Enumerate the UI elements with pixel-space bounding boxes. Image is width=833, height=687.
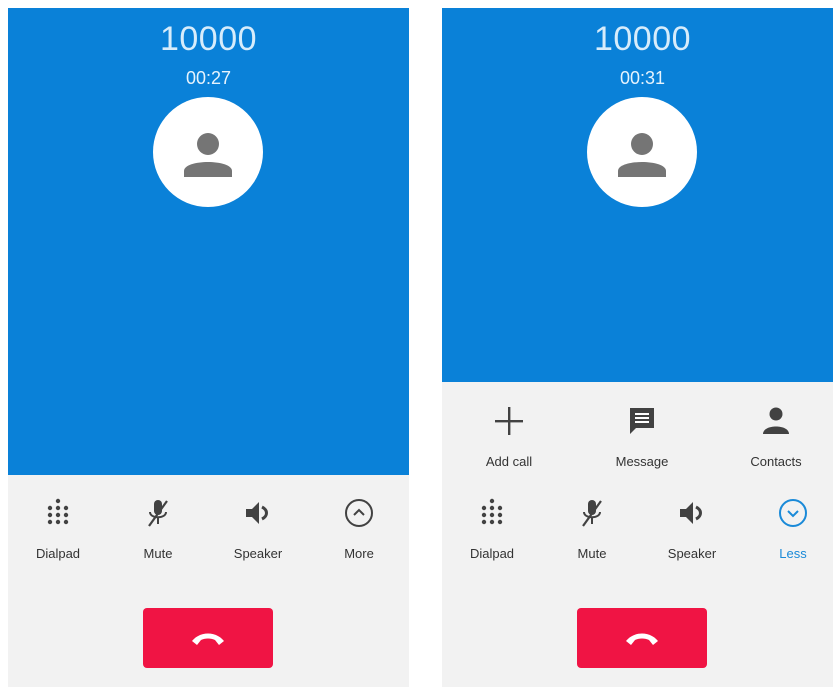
contact-avatar — [587, 97, 697, 207]
message-icon — [627, 406, 657, 436]
end-call-button[interactable] — [577, 608, 707, 668]
speaker-label: Speaker — [233, 546, 283, 561]
less-label: Less — [779, 546, 807, 561]
chevron-down-circle-icon — [778, 498, 808, 528]
call-screen-collapsed: 10000 00:27 Dialpad Mute Speaker More — [8, 8, 409, 687]
contacts-label: Contacts — [750, 454, 802, 469]
plus-icon — [494, 406, 524, 436]
person-icon — [618, 133, 666, 177]
less-button[interactable]: Less — [745, 498, 833, 568]
speaker-button[interactable]: Speaker — [210, 498, 306, 568]
more-button[interactable]: More — [311, 498, 407, 568]
dialpad-label: Dialpad — [469, 546, 515, 561]
message-label: Message — [615, 454, 669, 469]
message-button[interactable]: Message — [594, 406, 690, 476]
mic-off-icon — [577, 498, 607, 528]
contacts-button[interactable]: Contacts — [728, 406, 824, 476]
mute-label: Mute — [143, 546, 173, 561]
call-screen-expanded: 10000 00:31 Add call Message Contacts Di… — [442, 8, 833, 687]
more-label: More — [344, 546, 374, 561]
dialpad-icon — [43, 498, 73, 528]
dialpad-button[interactable]: Dialpad — [10, 498, 106, 568]
call-timer: 00:31 — [619, 68, 666, 88]
contact-avatar — [153, 97, 263, 207]
end-call-button[interactable] — [143, 608, 273, 668]
hang-up-icon — [192, 633, 224, 645]
add-call-button[interactable]: Add call — [461, 406, 557, 476]
add-call-label: Add call — [485, 454, 533, 469]
chevron-up-circle-icon — [344, 498, 374, 528]
mute-button[interactable]: Mute — [110, 498, 206, 568]
person-icon — [761, 406, 791, 436]
speaker-icon — [243, 498, 273, 528]
mute-label: Mute — [577, 546, 607, 561]
caller-number: 10000 — [159, 20, 258, 58]
dialpad-label: Dialpad — [35, 546, 81, 561]
call-header: 10000 00:27 — [8, 8, 409, 475]
dialpad-icon — [477, 498, 507, 528]
speaker-icon — [677, 498, 707, 528]
person-icon — [184, 133, 232, 177]
speaker-button[interactable]: Speaker — [644, 498, 740, 568]
call-timer: 00:27 — [185, 68, 232, 88]
dialpad-button[interactable]: Dialpad — [444, 498, 540, 568]
call-header: 10000 00:31 — [442, 8, 833, 382]
mute-button[interactable]: Mute — [544, 498, 640, 568]
hang-up-icon — [626, 633, 658, 645]
mic-off-icon — [143, 498, 173, 528]
caller-number: 10000 — [593, 20, 692, 58]
speaker-label: Speaker — [667, 546, 717, 561]
